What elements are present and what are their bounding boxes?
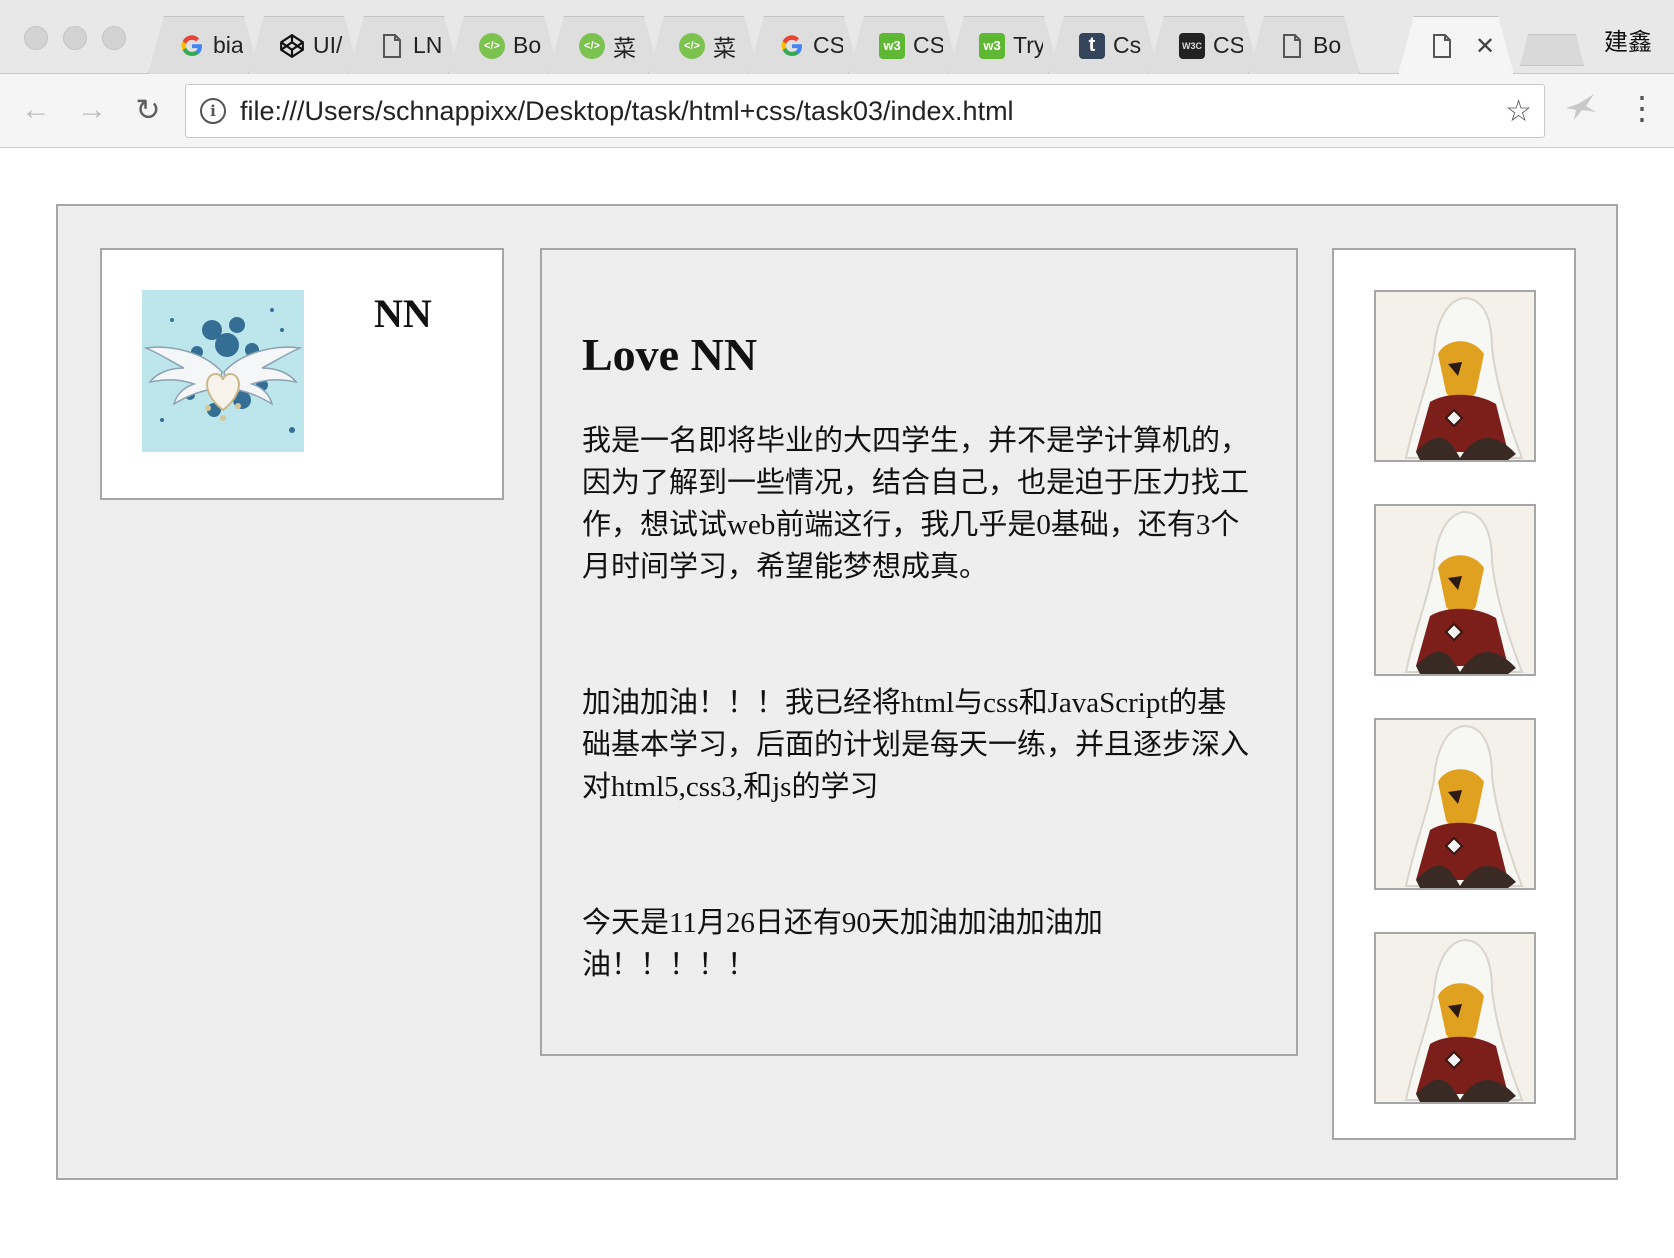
browser-tab[interactable]: UI/: [248, 16, 360, 74]
profile-name[interactable]: 建鑫: [1604, 22, 1652, 57]
browser-tab[interactable]: </> 菜: [548, 16, 660, 74]
info-icon[interactable]: i: [200, 98, 226, 124]
browser-tab[interactable]: Bo: [1248, 16, 1360, 74]
address-bar[interactable]: i file:///Users/schnappixx/Desktop/task/…: [185, 84, 1545, 138]
maximize-window-icon[interactable]: [102, 26, 126, 50]
tab-label: 菜: [613, 34, 636, 61]
browser-tab[interactable]: W3C CS: [1148, 16, 1260, 74]
document-icon: [1429, 33, 1455, 59]
tab-label: CS: [813, 32, 843, 58]
close-tab-icon[interactable]: ✕: [1475, 32, 1495, 61]
tab-label: 菜: [713, 34, 736, 61]
tab-strip: bia UI/ LN </> Bo </> 菜 </> 菜 CS w3 CS w…: [0, 0, 1674, 74]
back-arrow-icon[interactable]: ←: [14, 88, 58, 132]
tab-label: Bo: [1313, 32, 1342, 58]
browser-tab[interactable]: </> Bo: [448, 16, 560, 74]
new-tab-button[interactable]: [1520, 34, 1584, 66]
browser-tab[interactable]: bia: [148, 16, 260, 74]
w3-icon: w3: [979, 33, 1005, 59]
close-window-icon[interactable]: [24, 26, 48, 50]
tab-label: Cs: [1113, 32, 1142, 58]
paragraph-progress: 加油加油！！！我已经将html与css和JavaScript的基础基本学习，后面…: [582, 687, 1250, 803]
browser-tab[interactable]: </> 菜: [648, 16, 760, 74]
thumbnail-image: [1374, 718, 1536, 890]
tab-label: LN: [413, 32, 443, 58]
reload-icon[interactable]: ↻: [126, 88, 170, 132]
profile-name-heading: NN: [374, 291, 432, 336]
tab-label: CS: [913, 32, 943, 58]
page-container: NN Love NN 我是一名即将毕业的大四学生，并不是学计算机的，因为了解到一…: [56, 204, 1618, 1180]
code-icon: </>: [479, 33, 505, 59]
browser-toolbar: ← → ↻ i file:///Users/schnappixx/Desktop…: [0, 74, 1674, 148]
address-url[interactable]: file:///Users/schnappixx/Desktop/task/ht…: [240, 96, 1505, 127]
thumbnail-image: [1374, 290, 1536, 462]
forward-arrow-icon[interactable]: →: [70, 88, 114, 132]
browser-tab-active[interactable]: ✕: [1398, 16, 1514, 75]
codepen-icon: [279, 33, 305, 59]
paragraph-countdown: 今天是11月26日还有90天加油加油加油加油！！！！！: [582, 907, 1103, 981]
thumbnail-image: [1374, 504, 1536, 676]
tab-label: Bo: [513, 32, 542, 58]
browser-tab[interactable]: w3 CS: [848, 16, 960, 74]
main-title: Love NN: [582, 329, 758, 380]
browser-tab[interactable]: t Cs: [1048, 16, 1160, 74]
browser-tab[interactable]: w3 Try: [948, 16, 1060, 74]
browser-tab[interactable]: CS: [748, 16, 860, 74]
paragraph-intro: 我是一名即将毕业的大四学生，并不是学计算机的，因为了解到一些情况，结合自己，也是…: [582, 425, 1250, 583]
document-icon: [379, 33, 405, 59]
minimize-window-icon[interactable]: [63, 26, 87, 50]
tab-label: Try: [1013, 32, 1043, 58]
thumbnail-image: [1374, 932, 1536, 1104]
extension-bird-icon[interactable]: [1564, 92, 1598, 129]
code-icon: </>: [679, 33, 705, 59]
google-icon: [179, 33, 205, 59]
document-icon: [1279, 33, 1305, 59]
main-content-card: Love NN 我是一名即将毕业的大四学生，并不是学计算机的，因为了解到一些情况…: [540, 248, 1298, 1056]
browser-tab[interactable]: LN: [348, 16, 460, 74]
w3-icon: w3: [879, 33, 905, 59]
w3c-icon: W3C: [1179, 33, 1205, 59]
tab-label: CS: [1213, 32, 1243, 58]
tumblr-icon: t: [1079, 33, 1105, 59]
tab-label: bia: [213, 32, 243, 58]
thumbnail-column: [1332, 248, 1576, 1140]
avatar-winged-heart-image: [142, 290, 304, 452]
code-icon: </>: [579, 33, 605, 59]
google-icon: [779, 33, 805, 59]
bookmark-star-icon[interactable]: ☆: [1505, 94, 1532, 129]
menu-kebab-icon[interactable]: ⋮: [1626, 86, 1658, 130]
tab-label: UI/: [313, 32, 343, 58]
profile-card: NN: [100, 248, 504, 500]
